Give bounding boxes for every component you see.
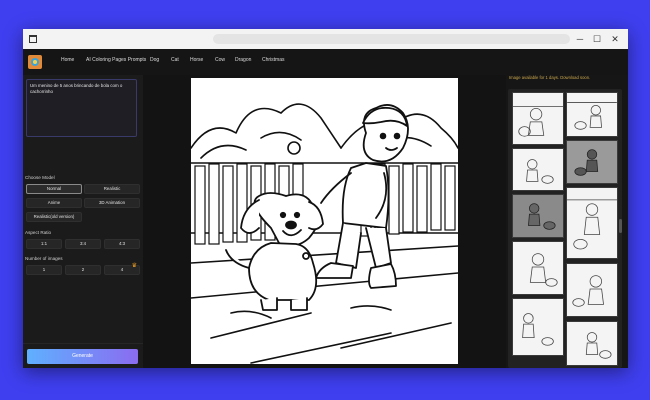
top-nav: Home AI Coloring Pages Prompts Dog Cat H… <box>23 49 628 76</box>
generated-coloring-image[interactable] <box>190 78 459 364</box>
thumbnail-2[interactable] <box>566 92 618 137</box>
nav-item-prompts[interactable]: AI Coloring Pages Prompts <box>86 57 146 63</box>
coloring-page-illustration <box>190 103 459 364</box>
image-count-4-button[interactable]: 4 ♛ <box>104 263 140 275</box>
thumbnail-6[interactable] <box>566 187 618 259</box>
image-count-4-label: 4 <box>120 267 124 272</box>
thumbnail-scrollbar[interactable] <box>619 219 622 233</box>
model-realistic-button[interactable]: Realistic <box>84 184 140 194</box>
title-bar: ─ ☐ ✕ <box>23 29 628 49</box>
history-panel: Image available for 1 days. Download soo… <box>506 75 628 368</box>
window-icon <box>29 35 37 43</box>
model-realistic-old-button[interactable]: Realistic(old version) <box>26 212 82 222</box>
aspect-ratio-3-4-button[interactable]: 3:4 <box>65 239 101 249</box>
settings-panel: Um menino de 5 anos brincando de bola co… <box>23 75 143 368</box>
model-3d-animation-button[interactable]: 3D Animation <box>84 198 140 208</box>
nav-item-dog[interactable]: Dog <box>150 57 159 63</box>
thumbnail-4[interactable] <box>566 140 618 184</box>
close-button[interactable]: ✕ <box>609 33 621 45</box>
thumbnail-5[interactable] <box>512 194 564 238</box>
premium-crown-icon: ♛ <box>131 263 137 269</box>
address-bar[interactable] <box>213 34 570 44</box>
thumbnail-grid <box>508 89 622 368</box>
thumbnail-1[interactable] <box>512 92 564 145</box>
canvas-area <box>143 75 506 368</box>
app-window: ─ ☐ ✕ Home AI Coloring Pages Prompts Dog… <box>23 29 628 368</box>
logo-icon[interactable] <box>28 55 42 69</box>
nav-item-dragon[interactable]: Dragon <box>235 57 251 63</box>
minimize-button[interactable]: ─ <box>574 33 586 45</box>
availability-notice: Image available for 1 days. Download soo… <box>509 75 591 80</box>
nav-item-christmas[interactable]: Christmas <box>262 57 285 63</box>
nav-item-cow[interactable]: Cow <box>215 57 225 63</box>
model-anime-button[interactable]: Anime <box>26 198 82 208</box>
prompt-input[interactable]: Um menino de 5 anos brincando de bola co… <box>26 79 137 137</box>
thumbnail-8[interactable] <box>566 263 618 317</box>
maximize-button[interactable]: ☐ <box>591 33 603 45</box>
nav-item-cat[interactable]: Cat <box>171 57 179 63</box>
image-count-1-button[interactable]: 1 <box>26 265 62 275</box>
choose-model-label: Choose Model <box>25 175 55 180</box>
aspect-ratio-label: Aspect Ratio <box>25 230 52 235</box>
nav-item-home[interactable]: Home <box>61 57 74 63</box>
generate-button[interactable]: Generate <box>27 349 138 364</box>
aspect-ratio-4-3-button[interactable]: 4:3 <box>104 239 140 249</box>
number-of-images-label: Number of images <box>25 256 63 261</box>
nav-item-horse[interactable]: Horse <box>190 57 203 63</box>
aspect-ratio-1-1-button[interactable]: 1:1 <box>26 239 62 249</box>
model-normal-button[interactable]: Normal <box>26 184 82 194</box>
thumbnail-10[interactable] <box>566 321 618 366</box>
thumbnail-7[interactable] <box>512 241 564 295</box>
image-count-2-button[interactable]: 2 <box>65 265 101 275</box>
panel-divider <box>23 343 143 344</box>
thumbnail-3[interactable] <box>512 148 564 191</box>
thumbnail-9[interactable] <box>512 298 564 356</box>
